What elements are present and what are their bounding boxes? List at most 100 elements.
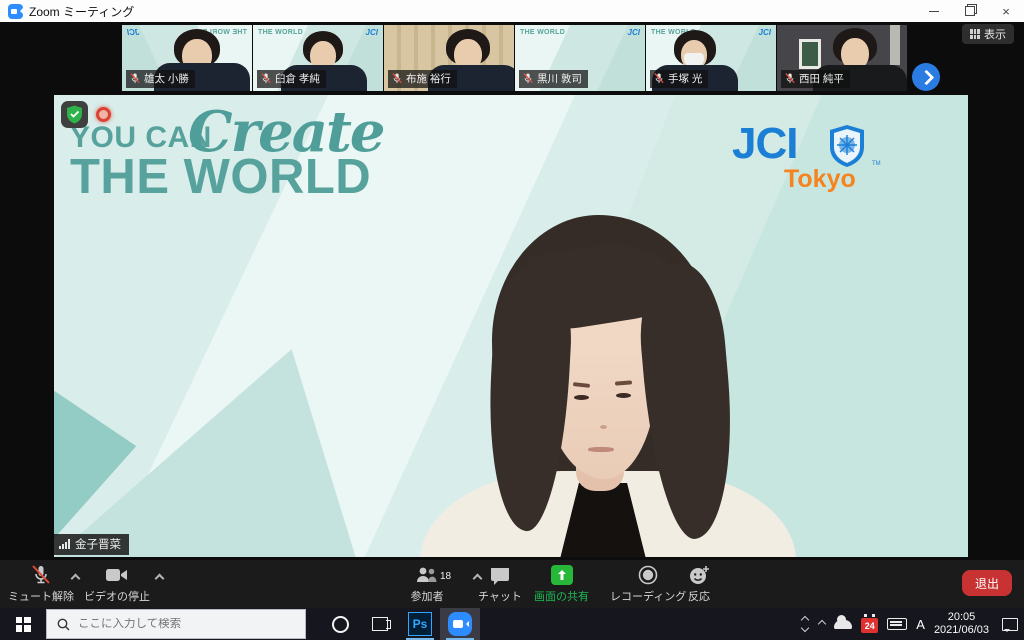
muted-mic-icon [785, 72, 795, 85]
speaker-eye [616, 393, 631, 398]
participant-name-tag: 臼倉 孝純 [257, 70, 326, 88]
speaker-nose [600, 425, 607, 429]
video-options-chevron-icon[interactable] [155, 574, 165, 584]
zoom-meeting-window: Zoom ミーティング × 表示 THE WORLD JCI [0, 0, 1024, 640]
share-screen-icon [551, 565, 573, 585]
participant-name-tag: 西田 純平 [781, 70, 850, 88]
participant-thumbnail[interactable]: THE WORLD JCI 臼倉 孝純 [253, 25, 383, 91]
action-center-icon[interactable] [1002, 618, 1018, 631]
record-icon [638, 565, 658, 585]
speaker-mouth [588, 447, 614, 452]
jci-mini-logo: JCI [628, 28, 640, 37]
chat-icon [489, 565, 511, 585]
participant-thumbnail[interactable]: 西田 純平 [777, 25, 907, 91]
participant-name-tag: 布施 裕行 [388, 70, 457, 88]
participant-thumbnail[interactable]: 布施 裕行 [384, 25, 514, 91]
view-button[interactable]: 表示 [962, 24, 1014, 44]
recording-indicator-icon [96, 107, 111, 122]
task-view-button[interactable] [360, 608, 400, 640]
stop-video-label: ビデオの停止 [84, 588, 150, 604]
unmute-button[interactable]: ミュート解除 [8, 565, 74, 604]
background-text: THE WORLD [520, 29, 565, 36]
search-icon [57, 618, 70, 631]
restore-button[interactable] [952, 0, 988, 22]
task-view-icon [372, 617, 388, 631]
reactions-smiley-icon [688, 565, 710, 585]
touch-keyboard-icon[interactable] [887, 618, 907, 630]
notification-badge-icon[interactable]: 24 [861, 618, 878, 633]
taskbar-search[interactable] [46, 609, 306, 639]
participant-name: 黒川 敦司 [537, 71, 582, 86]
windows-taskbar: Ps 24 A 20:05 2021/06/03 [0, 608, 1024, 640]
mic-options-chevron-icon[interactable] [71, 574, 81, 584]
close-button[interactable]: × [988, 0, 1024, 22]
meeting-area: 表示 THE WORLD JCI [0, 22, 1024, 608]
zoom-camera-icon [448, 612, 472, 636]
muted-mic-icon [30, 565, 52, 585]
minimize-button[interactable] [916, 0, 952, 22]
leave-meeting-button[interactable]: 退出 [962, 570, 1012, 596]
participants-icon [414, 565, 440, 585]
unmute-label: ミュート解除 [8, 588, 74, 604]
participant-name: 臼倉 孝純 [275, 71, 320, 86]
participants-button[interactable]: 参加者 18 [396, 565, 458, 604]
clock-date: 2021/06/03 [934, 624, 989, 637]
meeting-toolbar: ミュート解除 ビデオの停止 [0, 560, 1024, 608]
title-bar: Zoom ミーティング × [0, 0, 1024, 22]
muted-mic-icon [523, 72, 533, 85]
muted-mic-icon [130, 72, 140, 85]
muted-mic-icon [392, 72, 402, 85]
view-button-label: 表示 [984, 26, 1006, 42]
stop-video-button[interactable]: ビデオの停止 [84, 565, 150, 604]
participants-label: 参加者 [411, 588, 444, 604]
taskbar-zoom-button[interactable] [440, 608, 480, 640]
participant-name-tag: 雄太 小勝 [126, 70, 195, 88]
photoshop-icon: Ps [408, 612, 432, 636]
share-screen-label: 画面の共有 [534, 588, 589, 604]
cortana-icon [332, 616, 349, 633]
tray-scroll-arrows[interactable] [802, 617, 808, 631]
participants-count: 18 [440, 571, 451, 582]
windows-logo-icon [16, 617, 31, 632]
scroll-up-icon [801, 616, 809, 624]
record-button[interactable]: レコーディング [610, 565, 686, 604]
video-camera-icon [105, 565, 129, 585]
clock-time: 20:05 [934, 611, 989, 624]
muted-mic-icon [654, 72, 664, 85]
participant-name: 雄太 小勝 [144, 71, 189, 86]
reactions-label: 反応 [688, 588, 710, 604]
speaker-person [54, 95, 968, 557]
system-tray: 24 A 20:05 2021/06/03 [802, 608, 1024, 640]
speaker-eye [574, 395, 589, 400]
hidden-icons-chevron-icon[interactable] [818, 620, 826, 628]
taskbar-clock[interactable]: 20:05 2021/06/03 [934, 611, 989, 637]
window-controls: × [916, 0, 1024, 22]
reactions-button[interactable]: 反応 [688, 565, 710, 604]
start-button[interactable] [0, 608, 46, 640]
cortana-button[interactable] [320, 608, 360, 640]
search-input[interactable] [78, 618, 278, 630]
participant-thumbnail[interactable]: THE WORLD JCI 手塚 光 [646, 25, 776, 91]
shield-check-icon [66, 105, 83, 124]
participant-name-tag: 手塚 光 [650, 70, 708, 88]
muted-mic-icon [261, 72, 271, 85]
participant-thumbnail[interactable]: THE WORLD JCI 雄太 小勝 [122, 25, 252, 91]
encryption-shield-icon[interactable] [61, 101, 88, 128]
share-screen-button[interactable]: 画面の共有 [534, 565, 589, 604]
next-participants-button[interactable] [912, 63, 940, 91]
chat-label: チャット [478, 588, 522, 604]
taskbar-photoshop-button[interactable]: Ps [400, 608, 440, 640]
zoom-logo-icon [8, 4, 23, 19]
chat-button[interactable]: チャット [478, 565, 522, 604]
participant-name: 手塚 光 [668, 71, 702, 86]
participant-thumbnail[interactable]: THE WORLD JCI 黒川 敦司 [515, 25, 645, 91]
participants-strip: THE WORLD JCI 雄太 小勝 [122, 25, 907, 91]
connection-quality-icon [59, 539, 70, 549]
window-title: Zoom ミーティング [29, 3, 134, 20]
participant-name-tag: 黒川 敦司 [519, 70, 588, 88]
speaker-name: 金子晋菜 [75, 536, 121, 552]
ime-indicator[interactable]: A [916, 617, 925, 632]
speaker-name-tag: 金子晋菜 [54, 534, 129, 555]
onedrive-cloud-icon[interactable] [834, 620, 852, 629]
scroll-down-icon [801, 624, 809, 632]
